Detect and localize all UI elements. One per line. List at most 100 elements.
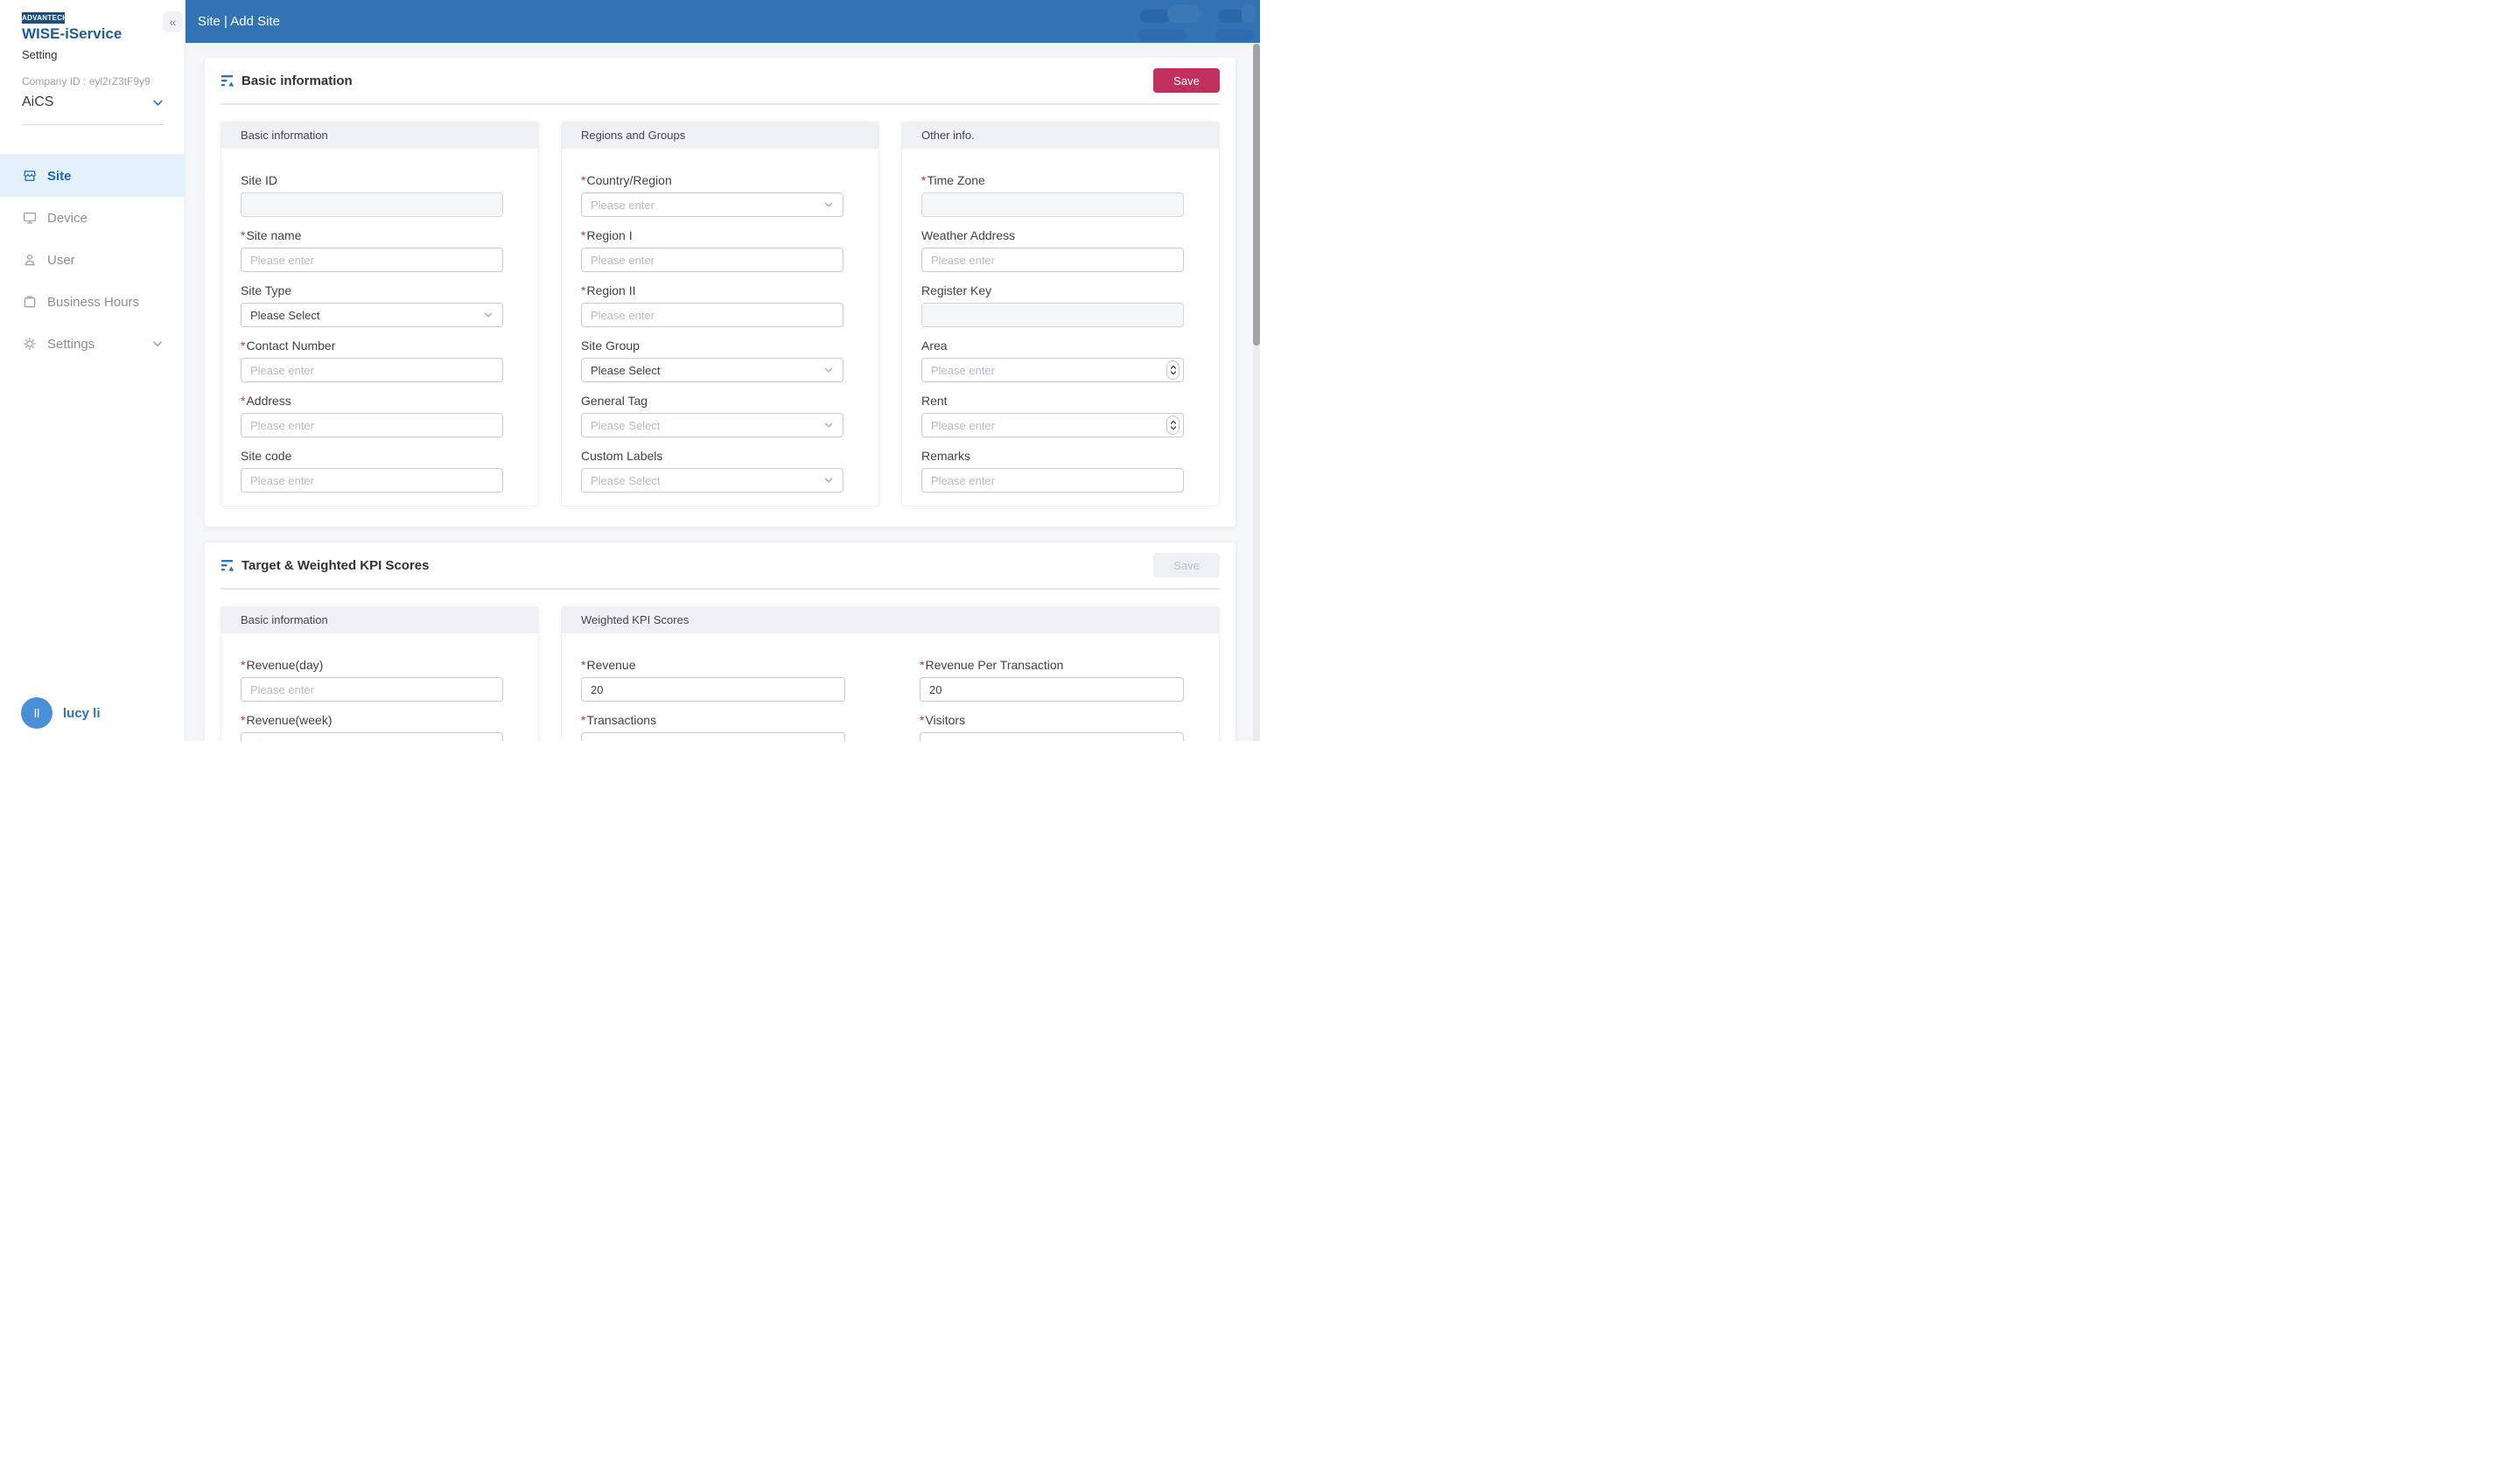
card-regions-and-groups: Regions and Groups *Country/Region Pleas… (561, 122, 879, 507)
chevron-down-icon (152, 339, 163, 349)
field-region-2: *Region II (581, 283, 859, 327)
kpi-revenue-per-transaction-input[interactable] (920, 677, 1184, 702)
site-group-select[interactable]: Please Select (581, 358, 844, 382)
revenue-week-input[interactable] (241, 732, 503, 741)
sidebar-item-site[interactable]: Site (0, 155, 186, 197)
required-asterisk: * (920, 713, 924, 727)
card-weighted-kpi-scores: Weighted KPI Scores *Revenue *Revenue Pe… (561, 606, 1220, 741)
chevron-down-icon (483, 310, 494, 320)
vertical-scrollbar-thumb[interactable] (1253, 44, 1260, 346)
field-label: Site code (241, 449, 519, 463)
page-header: Site | Add Site (186, 0, 1260, 43)
card-title: Basic information (221, 607, 538, 633)
required-asterisk: * (241, 658, 245, 672)
field-label: Register Key (921, 283, 1200, 297)
field-site-group: Site Group Please Select (581, 339, 859, 382)
sidebar-item-business-hours[interactable]: Business Hours (0, 281, 186, 323)
section-title: Target & Weighted KPI Scores (242, 558, 430, 573)
save-button-disabled[interactable]: Save (1153, 553, 1220, 577)
sidebar-item-settings[interactable]: Settings (0, 323, 186, 365)
avatar[interactable]: ll (21, 697, 52, 729)
user-icon (22, 252, 38, 268)
field-contact-number: *Contact Number (241, 339, 519, 382)
field-label: *Region II (581, 283, 859, 297)
field-kpi-revenue-per-transaction: *Revenue Per Transaction (920, 658, 1184, 702)
kpi-visitors-input[interactable] (920, 732, 1184, 741)
rent-input[interactable] (921, 413, 1184, 437)
region-2-input[interactable] (581, 303, 844, 327)
general-tag-select[interactable]: Please Select (581, 413, 844, 437)
register-key-input[interactable] (921, 303, 1184, 327)
field-kpi-transactions: *Transactions (581, 713, 845, 741)
vertical-scrollbar-track[interactable] (1253, 43, 1260, 741)
sidebar-item-user[interactable]: User (0, 239, 186, 281)
divider (22, 124, 164, 125)
store-icon (22, 168, 38, 184)
field-label: *Transactions (581, 713, 845, 727)
sort-icon (220, 558, 234, 572)
field-site-code: Site code (241, 449, 519, 493)
region-1-input[interactable] (581, 248, 844, 272)
company-id: Company ID : eyl2rZ3tF9y9 (22, 75, 150, 87)
area-input[interactable] (921, 358, 1184, 382)
required-asterisk: * (581, 228, 585, 242)
sidebar-nav: Site Device User (0, 155, 186, 365)
country-region-select[interactable]: Please enter (581, 192, 844, 217)
field-label: Site Group (581, 339, 859, 353)
workspace-name: AiCS (22, 94, 53, 110)
field-kpi-revenue: *Revenue (581, 658, 845, 702)
card-title: Basic information (221, 122, 538, 149)
chevron-down-icon (823, 420, 834, 430)
chevron-down-icon (823, 199, 834, 210)
advantech-logo: ADVANTECH (22, 12, 65, 24)
site-name-input[interactable] (241, 248, 503, 272)
number-stepper[interactable] (1166, 416, 1180, 435)
field-label: Weather Address (921, 228, 1200, 242)
main-content: Basic information Save Basic information… (186, 43, 1260, 741)
field-label: *Visitors (920, 713, 1184, 727)
card-kpi-basic-information: Basic information *Revenue(day) *Revenue… (220, 606, 539, 741)
user-box: ll lucy li (21, 697, 101, 729)
field-area: Area (921, 339, 1200, 382)
revenue-day-input[interactable] (241, 677, 503, 702)
kpi-revenue-input[interactable] (581, 677, 845, 702)
sidebar: « ADVANTECH WISE-iService Setting Compan… (0, 0, 186, 741)
field-weather-address: Weather Address (921, 228, 1200, 272)
field-label: *Site name (241, 228, 519, 242)
field-general-tag: General Tag Please Select (581, 394, 859, 437)
field-label: *Region I (581, 228, 859, 242)
field-country-region: *Country/Region Please enter (581, 173, 859, 217)
contact-number-input[interactable] (241, 358, 503, 382)
field-region-1: *Region I (581, 228, 859, 272)
remarks-input[interactable] (921, 468, 1184, 493)
sidebar-item-device[interactable]: Device (0, 197, 186, 239)
chevron-down-icon (823, 475, 834, 486)
address-input[interactable] (241, 413, 503, 437)
field-label: *Revenue (581, 658, 845, 672)
card-basic-information: Basic information Site ID *Site name Sit… (220, 122, 539, 507)
field-label: *Address (241, 394, 519, 408)
field-label: *Time Zone (921, 173, 1200, 187)
workspace-selector[interactable]: AiCS (22, 92, 164, 113)
weather-address-input[interactable] (921, 248, 1184, 272)
site-type-select[interactable]: Please Select (241, 303, 503, 327)
site-code-input[interactable] (241, 468, 503, 493)
custom-labels-select[interactable]: Please Select (581, 468, 844, 493)
number-stepper[interactable] (1166, 360, 1180, 380)
site-id-input[interactable] (241, 192, 503, 217)
time-zone-input[interactable] (921, 192, 1184, 217)
required-asterisk: * (581, 173, 585, 187)
save-button[interactable]: Save (1153, 68, 1220, 93)
user-name[interactable]: lucy li (63, 706, 101, 721)
required-asterisk: * (241, 228, 245, 242)
sidebar-collapse-button[interactable]: « (163, 11, 183, 32)
sidebar-item-label: User (47, 253, 75, 268)
required-asterisk: * (581, 283, 585, 297)
sidebar-item-label: Settings (47, 337, 94, 352)
app-subtitle: Setting (22, 48, 57, 61)
kpi-transactions-input[interactable] (581, 732, 845, 741)
field-rent: Rent (921, 394, 1200, 437)
section-basic-information: Basic information Save Basic information… (205, 58, 1236, 527)
field-custom-labels: Custom Labels Please Select (581, 449, 859, 493)
page-title: Site | Add Site (198, 0, 280, 43)
